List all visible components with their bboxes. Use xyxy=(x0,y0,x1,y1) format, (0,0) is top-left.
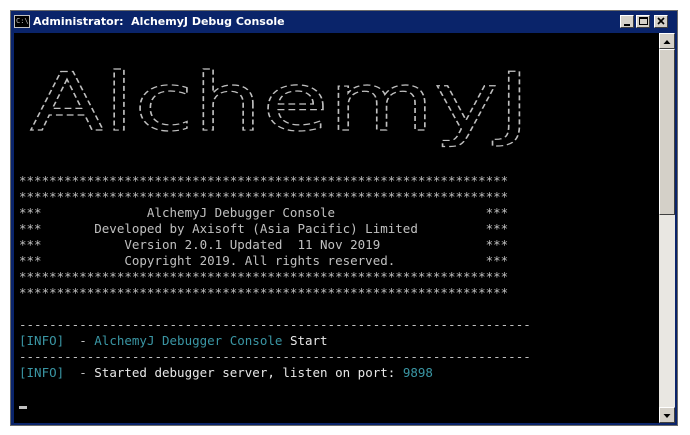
log-message: Started debugger server, listen on port: xyxy=(94,365,403,380)
maximize-icon xyxy=(639,17,648,25)
scrollbar-thumb[interactable] xyxy=(659,49,675,215)
banner-info-line: *** AlchemyJ Debugger Console *** xyxy=(19,205,509,220)
banner-info-line: *** Copyright 2019. All rights reserved.… xyxy=(19,253,509,268)
port-number: 9898 xyxy=(402,365,433,380)
star-border-line: ****************************************… xyxy=(19,189,509,204)
minimize-button[interactable] xyxy=(620,15,634,28)
arrow-down-icon xyxy=(663,414,671,418)
vertical-scrollbar[interactable] xyxy=(659,33,675,423)
console-window: C:\ Administrator: AlchemyJ Debug Consol… xyxy=(10,10,678,426)
ascii-art-banner: AlchemyJ xyxy=(29,57,530,150)
log-line: [INFO] - Started debugger server, listen… xyxy=(19,365,433,381)
log-level-tag: [INFO] xyxy=(19,365,65,380)
log-separator: - xyxy=(64,365,95,380)
maximize-button[interactable] xyxy=(636,15,650,28)
console-app-icon[interactable]: C:\ xyxy=(14,15,30,28)
log-message: Start xyxy=(282,333,328,348)
window-title: Administrator: AlchemyJ Debug Console xyxy=(33,15,285,28)
text-cursor xyxy=(19,406,27,409)
scroll-up-button[interactable] xyxy=(659,33,675,49)
divider-line: ----------------------------------------… xyxy=(19,349,531,364)
star-border-line: ****************************************… xyxy=(19,269,509,284)
star-border-line: ****************************************… xyxy=(19,173,509,188)
title-bar[interactable]: C:\ Administrator: AlchemyJ Debug Consol… xyxy=(11,11,677,33)
divider-line: ----------------------------------------… xyxy=(19,317,531,332)
log-highlight: AlchemyJ Debugger Console xyxy=(94,333,283,348)
arrow-up-icon xyxy=(663,40,671,44)
banner-text: AlchemyJ xyxy=(30,57,530,149)
log-line: [INFO] - AlchemyJ Debugger Console Start xyxy=(19,333,328,349)
console-output[interactable]: AlchemyJ *******************************… xyxy=(14,33,659,423)
star-border-line: ****************************************… xyxy=(19,285,509,300)
close-button[interactable] xyxy=(654,15,668,28)
close-icon xyxy=(657,17,665,25)
minimize-icon xyxy=(624,24,630,26)
scroll-down-button[interactable] xyxy=(659,407,675,423)
log-separator: - xyxy=(64,333,95,348)
log-level-tag: [INFO] xyxy=(19,333,65,348)
banner-info-line: *** Version 2.0.1 Updated 11 Nov 2019 **… xyxy=(19,237,509,252)
banner-info-line: *** Developed by Axisoft (Asia Pacific) … xyxy=(19,221,509,236)
